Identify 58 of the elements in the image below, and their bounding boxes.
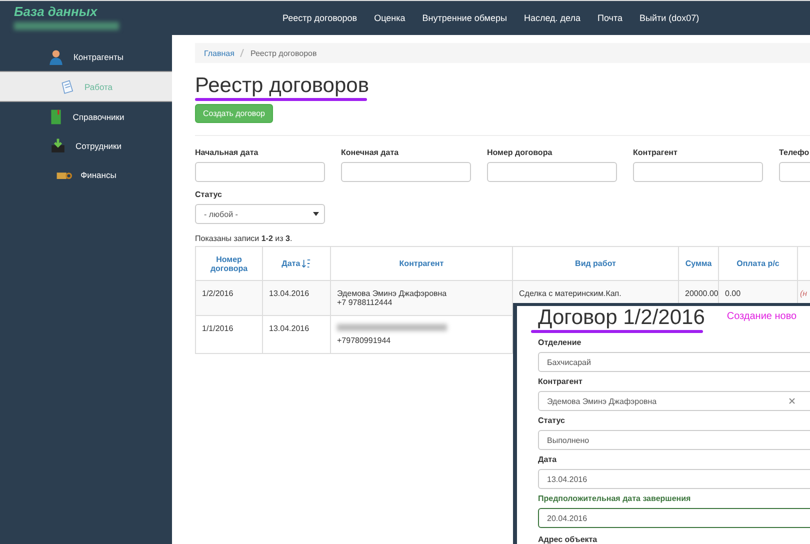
- input-field[interactable]: [195, 162, 325, 182]
- field-label: Отделение: [538, 338, 582, 347]
- tray-icon: [50, 138, 66, 154]
- separator-icon: [240, 49, 244, 57]
- note-icon: [59, 78, 76, 94]
- field-label: Контрагент: [633, 148, 678, 157]
- nav-link[interactable]: Реестр договоров: [274, 13, 366, 23]
- column-header[interactable]: Вид работ: [512, 246, 678, 280]
- input-field[interactable]: 20.04.2016: [538, 508, 810, 528]
- status-select[interactable]: - любой -: [195, 204, 325, 224]
- sidebar-item[interactable]: Контрагенты: [0, 42, 172, 71]
- breadcrumb-current: Реестр договоров: [250, 48, 317, 58]
- nav-link[interactable]: Выйти (dox07): [631, 13, 708, 23]
- nav-link[interactable]: Наслед. дела: [515, 13, 589, 23]
- person-icon: [48, 48, 64, 64]
- input-field[interactable]: [341, 162, 471, 182]
- contract-title: Договор 1/2/2016: [538, 306, 705, 330]
- table-cell: Эдемова Эминэ Джафэровна +7 9788112444: [337, 289, 447, 307]
- records-summary: Показаны записи 1-2 из 3.: [195, 234, 294, 243]
- table-cell: +79780991944: [337, 336, 391, 345]
- field-label: Телефо: [779, 148, 810, 157]
- table-cell: 1/2/2016: [202, 289, 234, 298]
- table-cell: 13.04.2016: [269, 324, 310, 333]
- field-label: Предположительная дата завершения: [538, 494, 692, 503]
- select-field[interactable]: Выполнено: [538, 430, 810, 450]
- table-cell: 20000.00: [685, 289, 718, 298]
- table-cell: 13.04.2016: [269, 289, 310, 298]
- select-field[interactable]: Эдемова Эминэ Джафэровна: [538, 391, 810, 411]
- input-field[interactable]: 13.04.2016: [538, 469, 810, 489]
- sidebar-item[interactable]: Сотрудники: [0, 131, 172, 160]
- column-header[interactable]: Номер договора: [196, 246, 262, 280]
- sidebar-item[interactable]: Финансы: [0, 160, 172, 189]
- field-label: Статус: [538, 416, 566, 425]
- nav-link[interactable]: Оценка: [366, 13, 414, 23]
- input-field[interactable]: [487, 162, 617, 182]
- breadcrumb-link[interactable]: Главная: [204, 48, 234, 58]
- caret-icon: [313, 212, 319, 216]
- clear-icon[interactable]: [789, 398, 795, 404]
- field-label: Контрагент: [538, 377, 584, 386]
- nav-link[interactable]: Внутренние обмеры: [414, 13, 516, 23]
- select-field[interactable]: Бахчисарай: [538, 352, 810, 372]
- field-label: Адрес объекта: [538, 535, 598, 544]
- field-label: Конечная дата: [341, 148, 400, 157]
- logo-title: База данных: [14, 4, 98, 19]
- field-label: Номер договора: [487, 148, 554, 157]
- create-link[interactable]: Создание ново: [726, 311, 797, 322]
- table-cell: 1/1/2016: [202, 324, 234, 333]
- column-header[interactable]: Контрагент: [330, 246, 512, 280]
- input-field[interactable]: [633, 162, 763, 182]
- table-cell: 0.00: [725, 289, 741, 298]
- field-label: Дата: [538, 455, 558, 464]
- field-label: Начальная дата: [195, 148, 260, 157]
- field-label: Статус: [195, 190, 223, 199]
- page-heading: Реестр договоров: [195, 74, 369, 98]
- table-cell: (н: [800, 289, 808, 298]
- sidebar-item[interactable]: Справочники: [0, 102, 172, 131]
- nav-link[interactable]: Почта: [589, 13, 631, 23]
- table-cell: Сделка с материнским.Кап.: [519, 289, 622, 298]
